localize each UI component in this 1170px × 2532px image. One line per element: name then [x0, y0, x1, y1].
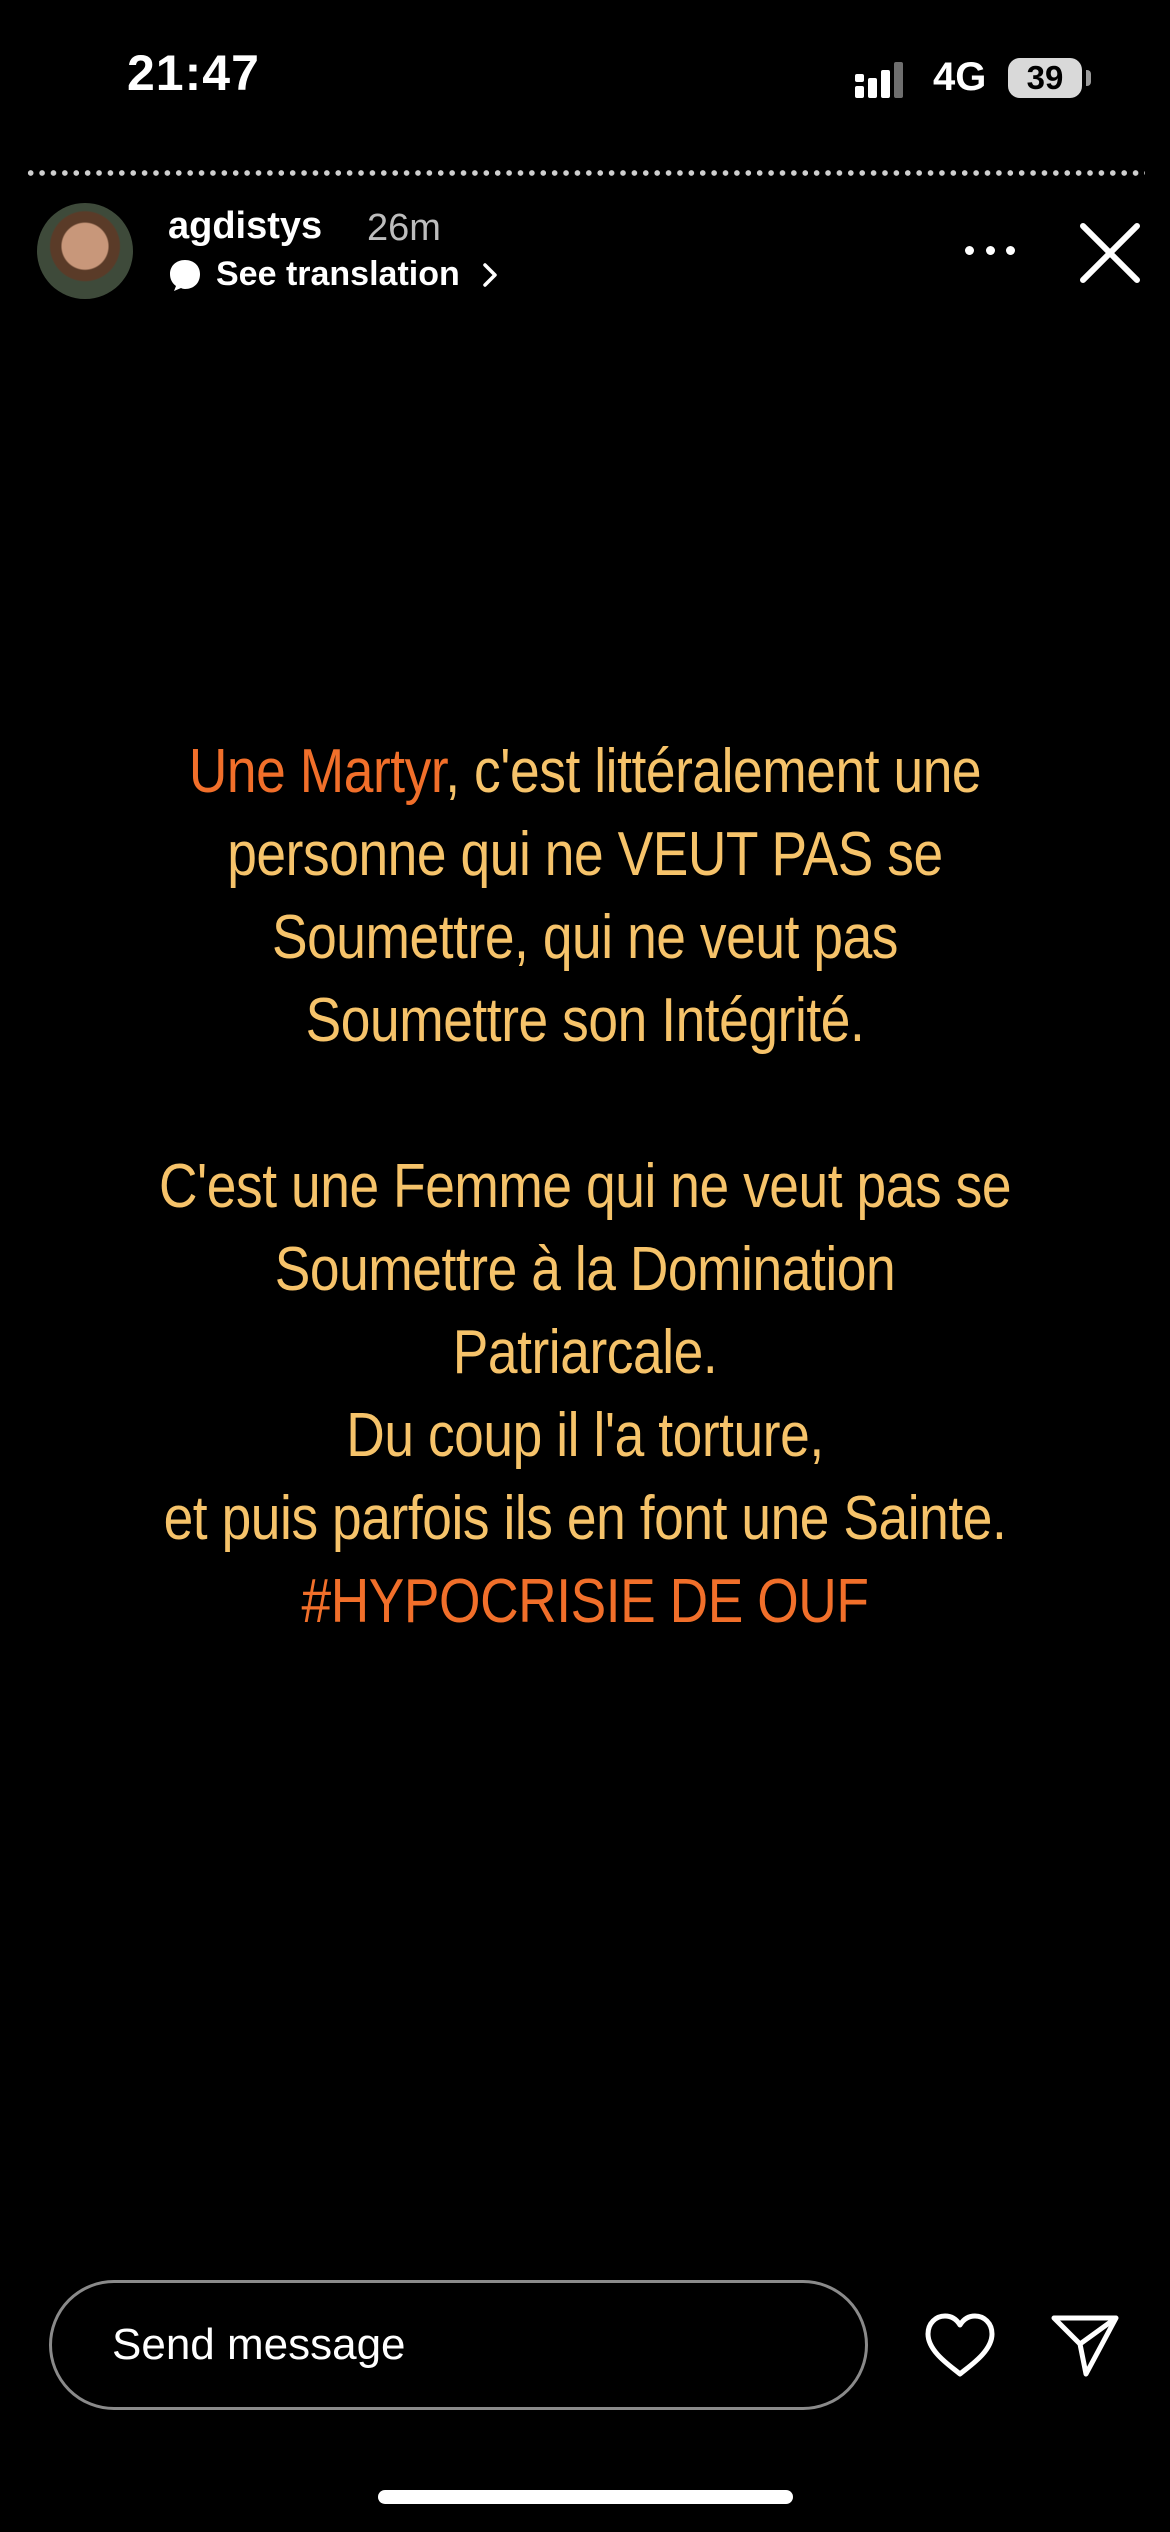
story-time-ago: 26m — [367, 207, 441, 249]
story-line: Soumettre, qui ne veut pas — [271, 903, 899, 972]
cellular-signal-icon — [855, 62, 903, 98]
send-icon[interactable] — [1050, 2312, 1120, 2378]
battery-cap — [1086, 70, 1091, 86]
network-type: 4G — [933, 55, 987, 99]
story-line: personne qui ne VEUT PAS se — [227, 820, 943, 889]
story-progress-bar — [25, 170, 1145, 176]
story-line: Patriarcale. — [452, 1318, 718, 1387]
battery-icon: 39 — [1008, 58, 1082, 98]
story-text-segment: , c'est littéralement une — [445, 737, 982, 806]
more-dot — [985, 245, 995, 255]
status-time: 21:47 — [127, 45, 260, 101]
story-line: Une Martyr, c'est littéralement une — [134, 730, 1037, 813]
more-dot — [1006, 245, 1015, 255]
story-line: et puis parfois ils en font une Sainte. — [163, 1484, 1007, 1553]
username[interactable]: agdistys — [168, 205, 322, 248]
send-message-input[interactable]: Send message — [49, 2280, 868, 2410]
send-message-placeholder: Send message — [112, 2320, 406, 2369]
story-hashtag[interactable]: #HYPOCRISIE DE OUF — [134, 1560, 1037, 1643]
story-accent-text: Une Martyr — [188, 737, 446, 806]
story-viewer: 21:47 4G 39 agdistys 26m See translation… — [0, 0, 1170, 2532]
battery-level: 39 — [1026, 59, 1064, 96]
more-dot — [965, 245, 974, 255]
story-line: Soumettre à la Domination — [274, 1235, 896, 1304]
story-text: Une Martyr, c'est littéralement une pers… — [134, 730, 1037, 1643]
story-line: Soumettre son Intégrité. — [305, 986, 865, 1055]
heart-icon[interactable] — [922, 2310, 998, 2380]
speech-bubble-icon — [170, 259, 200, 291]
avatar[interactable] — [37, 203, 133, 299]
story-line: C'est une Femme qui ne veut pas se — [158, 1152, 1012, 1221]
see-translation-label: See translation — [216, 255, 460, 293]
chevron-right-icon — [483, 262, 497, 287]
home-indicator[interactable] — [378, 2490, 793, 2504]
more-options-button[interactable] — [955, 230, 1025, 270]
see-translation-button[interactable]: See translation — [168, 255, 500, 294]
story-line: Du coup il l'a torture, — [346, 1401, 824, 1470]
close-icon[interactable] — [1075, 218, 1145, 288]
